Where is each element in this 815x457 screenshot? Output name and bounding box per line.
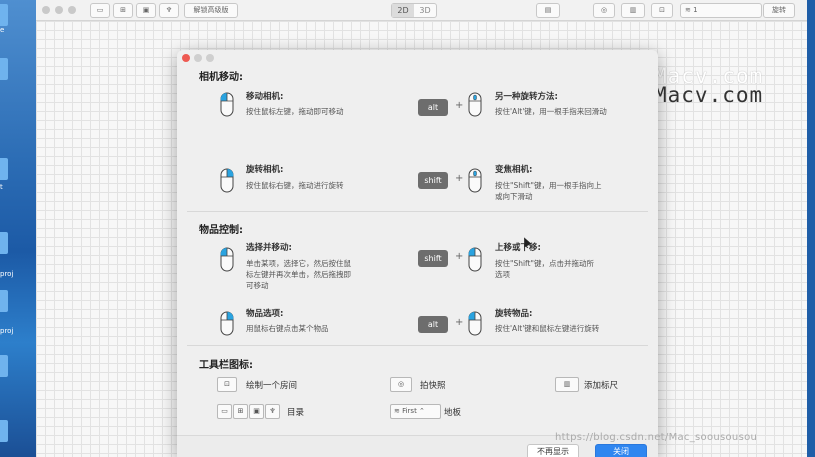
desktop-file-icon[interactable]: [0, 355, 8, 377]
draw-room-icon: ⊡: [217, 377, 237, 392]
mouse-right-click-icon: [220, 168, 234, 193]
camera-icon: ◎: [390, 377, 412, 392]
select-move-desc: 单击某项，选择它，然后按住鼠: [246, 259, 351, 268]
desktop-file-icon[interactable]: [0, 420, 8, 442]
2d-view-icon: ▭: [217, 404, 232, 419]
camera-icon[interactable]: ◎: [593, 3, 615, 18]
mouse-scroll-icon: [468, 92, 482, 117]
desktop-file-icon[interactable]: [0, 4, 8, 26]
window-close-button[interactable]: [42, 6, 50, 14]
move-updown-title: 上移或下移:: [495, 243, 541, 253]
floor-select-icon: ≋ First ⌃: [390, 404, 441, 419]
move-camera-title: 移动相机:: [246, 92, 284, 102]
plus-icon: +: [455, 100, 464, 111]
plus-icon: +: [455, 173, 464, 184]
desktop-background-right: [807, 0, 815, 457]
toolbar: ▭ ⊞ ▣ ♆ 解锁高级版 2D 3D ▤ ◎ ▥ ⊡ ≋ 1 旋转: [36, 0, 807, 21]
camera-section-title: 相机移动:: [199, 72, 243, 83]
window-minimize-button[interactable]: [55, 6, 63, 14]
desktop-file-label: proj: [0, 270, 14, 278]
alt-key: alt: [418, 99, 448, 116]
plus-icon: +: [455, 317, 464, 328]
desktop-file-label: e: [0, 26, 5, 34]
ruler-icon[interactable]: ▥: [621, 3, 645, 18]
object-section-title: 物品控制:: [199, 225, 243, 236]
monitor-icon: ▣: [249, 404, 264, 419]
desktop-background: e t proj proj: [0, 0, 36, 457]
add-ruler-label: 添加标尺: [584, 381, 619, 391]
rotate-object-desc: 按住'Alt'键和鼠标左键进行旋转: [495, 324, 600, 333]
help-dialog: 相机移动: 移动相机: 按住鼠标左键，拖动即可移动 alt + 另一种旋转方法:…: [177, 50, 658, 457]
object-options-desc: 用鼠标右键点击某个物品: [246, 324, 329, 333]
window-zoom-button[interactable]: [68, 6, 76, 14]
move-camera-desc: 按住鼠标左键，拖动即可移动: [246, 107, 344, 116]
lamp-icon[interactable]: ♆: [159, 3, 179, 18]
floor-value: 1: [693, 6, 698, 14]
mouse-right-click-icon: [220, 311, 234, 336]
alt-rotate-title: 另一种旋转方法:: [495, 92, 558, 102]
desktop-file-label: t: [0, 183, 3, 191]
view-2d-tab[interactable]: 2D: [392, 4, 414, 17]
mouse-left-click-icon: [220, 247, 234, 272]
floor-select[interactable]: ≋ 1: [680, 3, 762, 18]
object-options-title: 物品选项:: [246, 309, 284, 319]
close-button[interactable]: 关闭: [595, 444, 647, 457]
section-divider: [187, 345, 648, 346]
draw-room-icon[interactable]: ⊡: [651, 3, 673, 18]
mouse-left-click-icon: [220, 92, 234, 117]
dialog-close-button[interactable]: [182, 54, 190, 62]
zoom-camera-title: 变焦相机:: [495, 165, 533, 175]
alt-key: alt: [418, 316, 448, 333]
csdn-watermark: https://blog.csdn.net/Mac_soousousou: [555, 432, 758, 443]
dont-show-button[interactable]: 不再显示: [527, 444, 579, 457]
shift-key: shift: [418, 250, 448, 267]
monitor-icon[interactable]: ▣: [136, 3, 156, 18]
tools-section-title: 工具栏图标:: [199, 360, 253, 371]
desktop-file-icon[interactable]: [0, 58, 8, 80]
rotate-camera-title: 旋转相机:: [246, 165, 284, 175]
dialog-minimize-button: [194, 54, 202, 62]
desktop-file-icon[interactable]: [0, 158, 8, 180]
desktop-file-icon[interactable]: [0, 290, 8, 312]
floor-select-value: First: [402, 407, 417, 415]
lamp-icon: ♆: [265, 404, 280, 419]
draw-room-label: 绘制一个房间: [246, 381, 298, 391]
select-move-title: 选择并移动:: [246, 243, 292, 253]
select-move-desc: 标左键并再次单击，然后拖拽即: [246, 270, 351, 279]
mouse-left-click-icon: [468, 311, 482, 336]
shift-key: shift: [418, 172, 448, 189]
plus-icon: +: [455, 251, 464, 262]
alt-rotate-desc: 按住'Alt'键，用一根手指来回滑动: [495, 107, 607, 116]
grid-icon[interactable]: ⊞: [113, 3, 133, 18]
grid-icon: ⊞: [233, 404, 248, 419]
2d-view-icon[interactable]: ▭: [90, 3, 110, 18]
floor-label: 地板: [444, 408, 462, 418]
desktop-file-label: proj: [0, 327, 14, 335]
zoom-camera-desc: 或向下滑动: [495, 192, 533, 201]
catalog-label: 目录: [287, 408, 305, 418]
ruler-icon: ▥: [555, 377, 579, 392]
snapshot-label: 拍快照: [420, 381, 446, 391]
keyboard-icon[interactable]: ▤: [536, 3, 560, 18]
watermark-text: Macv.com: [654, 83, 764, 107]
rotate-button[interactable]: 旋转: [763, 3, 795, 18]
zoom-camera-desc: 按住"Shift"键，用一根手指向上: [495, 181, 602, 190]
view-3d-tab[interactable]: 3D: [414, 4, 436, 17]
select-move-desc: 可移动: [246, 281, 269, 290]
section-divider: [187, 211, 648, 212]
view-mode-toggle: 2D 3D: [391, 3, 437, 18]
mouse-left-click-icon: [468, 247, 482, 272]
desktop-file-icon[interactable]: [0, 232, 8, 254]
unlock-premium-button[interactable]: 解锁高级版: [184, 3, 238, 18]
rotate-camera-desc: 按住鼠标右键，拖动进行旋转: [246, 181, 344, 190]
mouse-scroll-icon: [468, 168, 482, 193]
dialog-zoom-button: [206, 54, 214, 62]
move-updown-desc: 按住"Shift"键，点击并拖动所: [495, 259, 594, 268]
move-updown-desc: 选项: [495, 270, 510, 279]
rotate-object-title: 旋转物品:: [495, 309, 533, 319]
